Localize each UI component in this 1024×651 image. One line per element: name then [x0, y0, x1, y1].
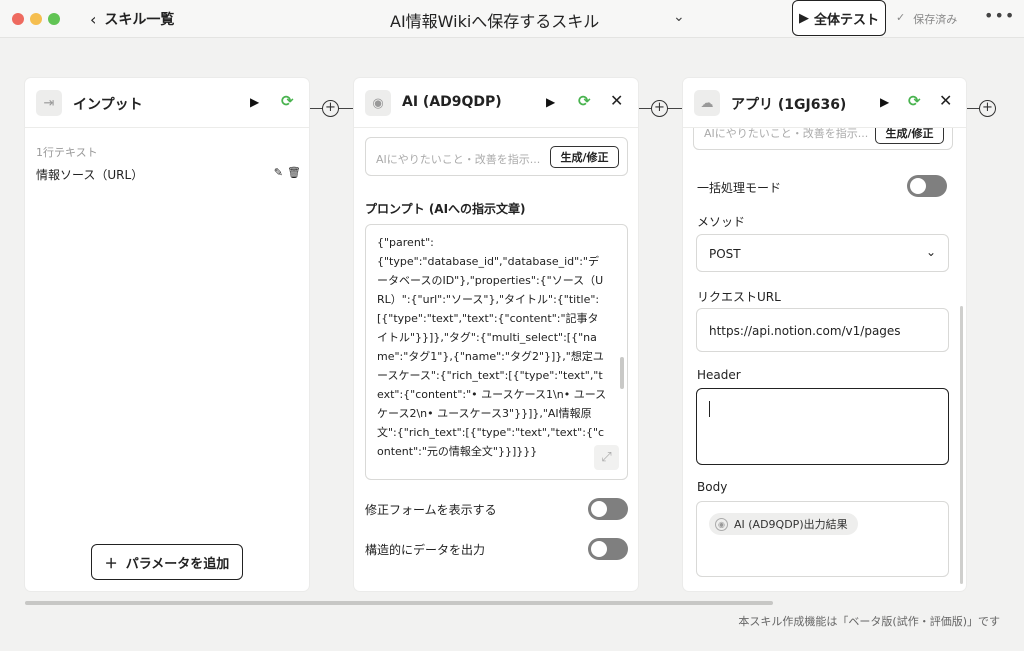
- cloud-icon: ☁: [694, 90, 720, 116]
- scrollbar[interactable]: [960, 306, 963, 584]
- method-value: POST: [709, 247, 741, 261]
- text-cursor: [709, 401, 710, 417]
- toggle-knob: [910, 178, 926, 194]
- check-icon: ✓: [896, 11, 906, 24]
- request-url-value: https://api.notion.com/v1/pages: [709, 324, 901, 338]
- add-node-button[interactable]: +: [979, 100, 996, 117]
- play-icon[interactable]: ▶: [880, 95, 889, 109]
- structured-output-toggle[interactable]: [588, 538, 628, 560]
- card-header: ◉ AI (AD9QDP) ▶ ⟳ ✕: [354, 78, 638, 128]
- app-node-card: AIにやりたいこと・改善を指示... 生成/修正 ☁ アプリ (1GJ636) …: [683, 78, 966, 591]
- run-all-label: 全体テスト: [813, 12, 879, 28]
- close-icon[interactable]: ✕: [610, 91, 623, 110]
- ai-node-card: ◉ AI (AD9QDP) ▶ ⟳ ✕ AIにやりたいこと・改善を指示... 生…: [354, 78, 638, 591]
- show-edit-form-toggle-row: 修正フォームを表示する: [365, 498, 628, 520]
- card-title[interactable]: AI (AD9QDP): [402, 94, 502, 110]
- back-label: スキル一覧: [104, 12, 175, 28]
- method-select[interactable]: POST ⌄: [696, 234, 949, 272]
- toggle-label: 構造的にデータを出力: [365, 543, 486, 557]
- toggle-knob: [591, 541, 607, 557]
- param-row[interactable]: 情報ソース（URL） ✎ 🗑: [36, 166, 301, 183]
- batch-mode-toggle[interactable]: [907, 175, 947, 197]
- beta-notice: 本スキル作成機能は「ベータ版(試作・評価版)」です: [738, 615, 1000, 628]
- ai-icon: ◉: [715, 517, 728, 531]
- prompt-label: プロンプト (AIへの指示文章): [365, 202, 526, 216]
- window-close-button[interactable]: [12, 13, 24, 25]
- card-title[interactable]: アプリ (1GJ636): [731, 94, 846, 114]
- ai-instruction-input[interactable]: AIにやりたいこと・改善を指示... 生成/修正: [365, 137, 628, 176]
- chip-label: AI (AD9QDP)出力結果: [734, 518, 848, 531]
- add-node-button[interactable]: +: [651, 100, 668, 117]
- toggle-knob: [591, 501, 607, 517]
- chevron-down-icon[interactable]: ⌄: [673, 9, 685, 25]
- horizontal-scrollbar[interactable]: [25, 601, 773, 605]
- play-icon: ▶: [798, 10, 809, 26]
- prompt-textarea[interactable]: {"parent": {"type":"database_id","databa…: [365, 224, 628, 480]
- toggle-label: 修正フォームを表示する: [365, 503, 497, 517]
- ai-icon: ◉: [365, 90, 391, 116]
- scrollbar[interactable]: [620, 357, 624, 389]
- input-icon: ⇥: [36, 90, 62, 116]
- prompt-text: {"parent": {"type":"database_id","databa…: [377, 236, 607, 458]
- close-icon[interactable]: ✕: [939, 91, 952, 110]
- saved-label: 保存済み: [913, 13, 958, 26]
- request-url-label: リクエストURL: [697, 290, 781, 304]
- card-title: インプット: [73, 97, 143, 113]
- plus-icon: ＋: [104, 556, 118, 572]
- param-name: 情報ソース（URL）: [36, 168, 144, 182]
- method-label: メソッド: [697, 215, 746, 229]
- ai-output-chip[interactable]: ◉ AI (AD9QDP)出力結果: [709, 513, 858, 535]
- add-parameter-button[interactable]: ＋ パラメータを追加: [91, 544, 243, 580]
- title-bar: ‹ スキル一覧 AI情報Wikiへ保存するスキル ⌄ ▶ 全体テスト ✓ 保存済…: [0, 0, 1024, 38]
- run-all-test-button[interactable]: ▶ 全体テスト: [792, 0, 886, 36]
- page-title: AI情報Wikiへ保存するスキル: [390, 12, 600, 31]
- request-url-input[interactable]: https://api.notion.com/v1/pages: [696, 308, 949, 352]
- sync-icon[interactable]: ⟳: [281, 92, 294, 110]
- trash-icon[interactable]: 🗑: [287, 166, 301, 179]
- show-edit-form-toggle[interactable]: [588, 498, 628, 520]
- field-type-label: 1行テキスト: [36, 146, 98, 159]
- add-param-label: パラメータを追加: [125, 556, 230, 572]
- chevron-down-icon: ⌄: [925, 245, 936, 259]
- card-header: ⇥ インプット ▶ ⟳: [25, 78, 309, 128]
- body-label: Body: [697, 480, 728, 494]
- window-zoom-button[interactable]: [48, 13, 60, 25]
- chevron-left-icon: ‹: [90, 9, 97, 29]
- ai-instruction-placeholder: AIにやりたいこと・改善を指示...: [376, 153, 541, 166]
- body-textarea[interactable]: ◉ AI (AD9QDP)出力結果: [696, 501, 949, 577]
- input-node-card: ⇥ インプット ▶ ⟳ 1行テキスト 情報ソース（URL） ✎ 🗑 ＋ パラメー…: [25, 78, 309, 591]
- structured-output-toggle-row: 構造的にデータを出力: [365, 538, 628, 560]
- play-icon[interactable]: ▶: [546, 95, 555, 109]
- generate-button[interactable]: 生成/修正: [550, 146, 619, 168]
- expand-icon[interactable]: ⤢: [594, 445, 619, 470]
- add-node-button[interactable]: +: [322, 100, 339, 117]
- header-label: Header: [697, 368, 741, 382]
- save-status: ✓ 保存済み: [896, 11, 957, 27]
- batch-mode-label: 一括処理モード: [697, 181, 782, 195]
- more-icon[interactable]: •••: [984, 6, 1015, 25]
- back-to-skill-list-link[interactable]: ‹ スキル一覧: [90, 9, 174, 29]
- play-icon[interactable]: ▶: [250, 95, 259, 109]
- pencil-icon[interactable]: ✎: [274, 166, 283, 179]
- sync-icon[interactable]: ⟳: [578, 92, 591, 110]
- sync-icon[interactable]: ⟳: [908, 92, 921, 110]
- header-textarea[interactable]: [696, 388, 949, 465]
- window-minimize-button[interactable]: [30, 13, 42, 25]
- card-header: ☁ アプリ (1GJ636) ▶ ⟳ ✕: [683, 78, 966, 128]
